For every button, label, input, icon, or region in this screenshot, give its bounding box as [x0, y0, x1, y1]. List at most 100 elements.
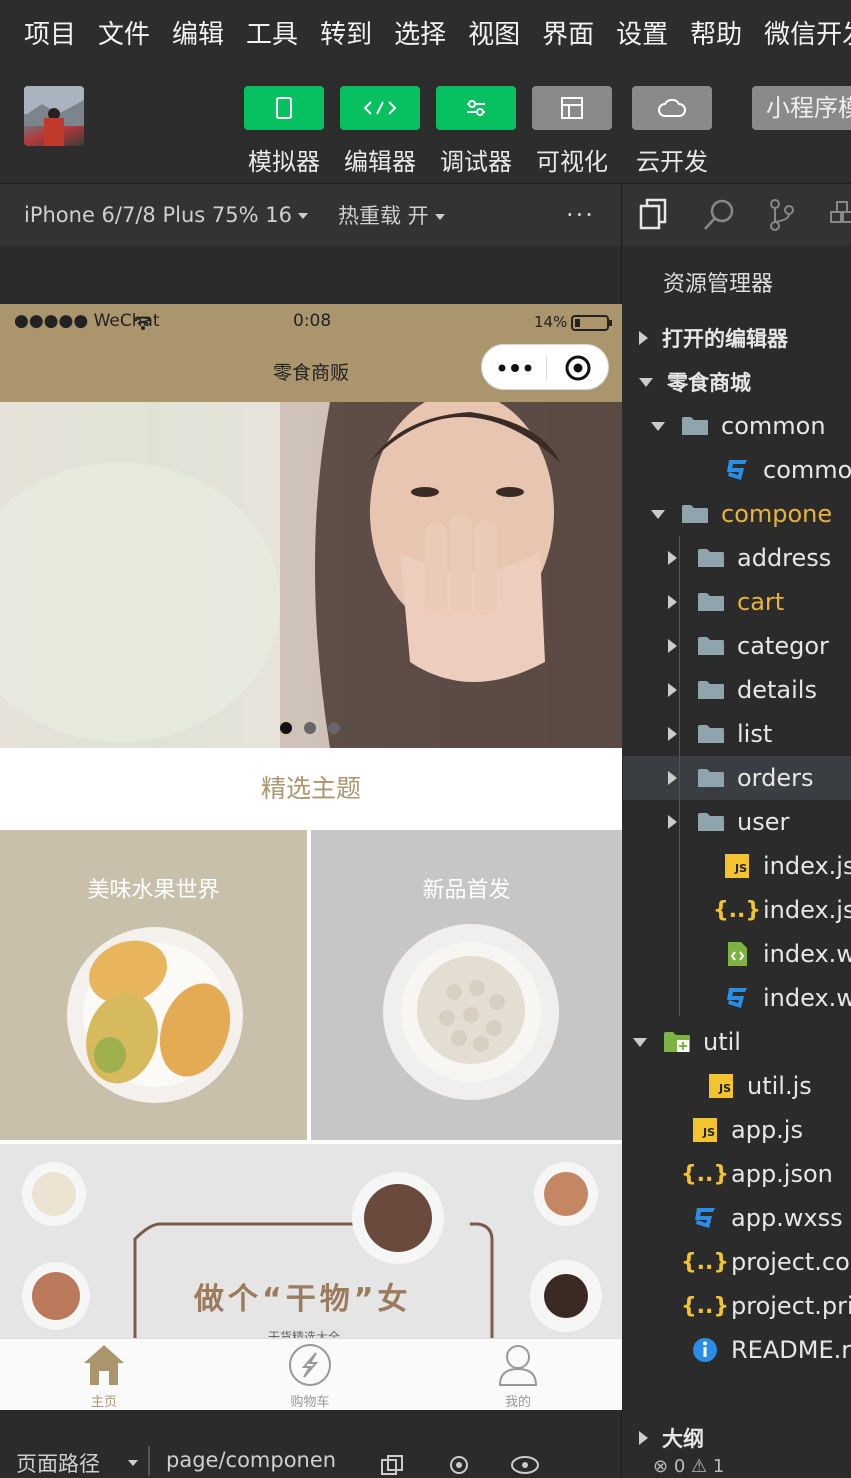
tree-item[interactable]: JS index.js — [623, 844, 851, 888]
tab-bar: 主页 购物车 我的 — [0, 1338, 622, 1410]
tree-item[interactable]: list — [623, 712, 851, 756]
search-icon[interactable] — [703, 198, 737, 232]
chevron-right-icon[interactable] — [668, 815, 677, 829]
tree-item[interactable]: README.r — [623, 1328, 851, 1372]
theme-tile-new[interactable]: 新品首发 — [311, 830, 622, 1140]
js-icon: JS — [691, 1118, 719, 1142]
tab-home[interactable]: 主页 — [44, 1343, 164, 1410]
menu-item-tools[interactable]: 工具 — [246, 14, 298, 51]
section-open-editors[interactable]: 打开的编辑器 — [623, 316, 851, 360]
tree-item[interactable]: common — [623, 404, 851, 448]
chevron-right-icon[interactable] — [668, 771, 677, 785]
menu-item-wechat-dev[interactable]: 微信开发 — [764, 14, 851, 51]
eye-icon[interactable] — [510, 1454, 540, 1476]
css-icon — [691, 1206, 719, 1230]
close-target-icon[interactable] — [565, 355, 591, 381]
problems-indicator[interactable]: ⊗ 0 ⚠ 1 — [653, 1456, 724, 1477]
source-control-icon[interactable] — [767, 198, 797, 232]
chevron-right-icon[interactable] — [668, 683, 677, 697]
simulator-button[interactable] — [244, 86, 324, 130]
more-dots-icon[interactable] — [498, 364, 532, 372]
layout-icon — [561, 97, 583, 119]
chevron-right-icon[interactable] — [668, 727, 677, 741]
tab-mine[interactable]: 我的 — [458, 1343, 578, 1410]
indent — [623, 536, 697, 580]
css-icon — [723, 986, 751, 1010]
carousel-dot[interactable] — [280, 722, 292, 734]
menu-item-settings[interactable]: 设置 — [616, 14, 668, 51]
indent — [623, 1020, 663, 1064]
tree-item[interactable]: JS util.js — [623, 1064, 851, 1108]
simulator-toolbar: iPhone 6/7/8 Plus 75% 16 热重载 开 ··· — [0, 184, 622, 246]
visual-button[interactable] — [532, 86, 612, 130]
chevron-down-icon[interactable] — [128, 1460, 138, 1466]
copy-icon[interactable] — [380, 1454, 406, 1476]
tree-item[interactable]: compone — [623, 492, 851, 536]
menu-item-select[interactable]: 选择 — [394, 14, 446, 51]
folder-icon — [697, 678, 725, 702]
hot-reload-toggle[interactable]: 热重载 开 — [338, 200, 445, 230]
carousel-dot[interactable] — [304, 722, 316, 734]
tree-item[interactable]: cart — [623, 580, 851, 624]
more-options-button[interactable]: ··· — [566, 201, 595, 229]
chevron-right-icon[interactable] — [668, 595, 677, 609]
chevron-right-icon[interactable] — [668, 551, 677, 565]
indent — [623, 800, 697, 844]
chevron-down-icon[interactable] — [651, 510, 665, 519]
banner-carousel[interactable] — [0, 402, 622, 748]
tree-item-label: project.co — [731, 1248, 850, 1276]
tab-cart[interactable]: 购物车 — [250, 1343, 370, 1410]
tree-item[interactable]: {..} project.pri — [623, 1284, 851, 1328]
tree-item[interactable]: categor — [623, 624, 851, 668]
theme-tile-fruit[interactable]: 美味水果世界 — [0, 830, 307, 1140]
editor-button[interactable] — [340, 86, 420, 130]
chevron-down-icon[interactable] — [633, 1038, 647, 1047]
tree-item[interactable]: index.w — [623, 976, 851, 1020]
settings-icon[interactable] — [446, 1452, 472, 1476]
chevron-down-icon[interactable] — [651, 422, 665, 431]
indent — [623, 712, 697, 756]
mini-program-mode-button[interactable]: 小程序模 — [752, 86, 851, 130]
chevron-right-icon[interactable] — [668, 639, 677, 653]
tree-item[interactable]: orders — [623, 756, 851, 800]
device-selector[interactable]: iPhone 6/7/8 Plus 75% 16 — [24, 203, 308, 227]
promo-banner[interactable]: 做个“干物”女 干货精选大全 — [0, 1144, 622, 1344]
tree-item[interactable]: util — [623, 1020, 851, 1064]
tree-item[interactable]: user — [623, 800, 851, 844]
extensions-icon[interactable] — [829, 200, 851, 230]
tree-item[interactable]: {..} project.co — [623, 1240, 851, 1284]
menu-item-edit[interactable]: 编辑 — [172, 14, 224, 51]
menu-item-project[interactable]: 项目 — [24, 14, 76, 51]
tree-item[interactable]: commo — [623, 448, 851, 492]
tree-item[interactable]: {..} index.js — [623, 888, 851, 932]
page-path-value[interactable]: page/componen — [166, 1448, 336, 1472]
tree-item[interactable]: index.w — [623, 932, 851, 976]
menu-item-interface[interactable]: 界面 — [542, 14, 594, 51]
home-icon — [84, 1345, 124, 1385]
cloud-button[interactable] — [632, 86, 712, 130]
tree-item[interactable]: {..} app.json — [623, 1152, 851, 1196]
menu-item-help[interactable]: 帮助 — [690, 14, 742, 51]
tree-item[interactable]: app.wxss — [623, 1196, 851, 1240]
section-outline[interactable]: 大纲 — [623, 1416, 851, 1460]
files-icon[interactable] — [637, 198, 671, 232]
json-icon: {..} — [680, 1293, 730, 1319]
tree-item[interactable]: details — [623, 668, 851, 712]
section-project[interactable]: 零食商城 — [623, 360, 851, 404]
folder-special-icon — [663, 1030, 691, 1054]
tree-item-label: details — [737, 676, 817, 704]
debugger-button[interactable] — [436, 86, 516, 130]
avatar[interactable] — [24, 86, 84, 146]
status-bar: ●●●●● WeChat 0:08 14% — [0, 304, 622, 340]
folder-icon — [697, 546, 725, 570]
menu-item-file[interactable]: 文件 — [98, 14, 150, 51]
tree-item[interactable]: JS app.js — [623, 1108, 851, 1152]
menu-item-goto[interactable]: 转到 — [320, 14, 372, 51]
tree-item[interactable]: address — [623, 536, 851, 580]
css-icon — [723, 458, 751, 482]
carousel-dot[interactable] — [328, 722, 340, 734]
folder-icon — [697, 766, 725, 790]
menu-item-view[interactable]: 视图 — [468, 14, 520, 51]
